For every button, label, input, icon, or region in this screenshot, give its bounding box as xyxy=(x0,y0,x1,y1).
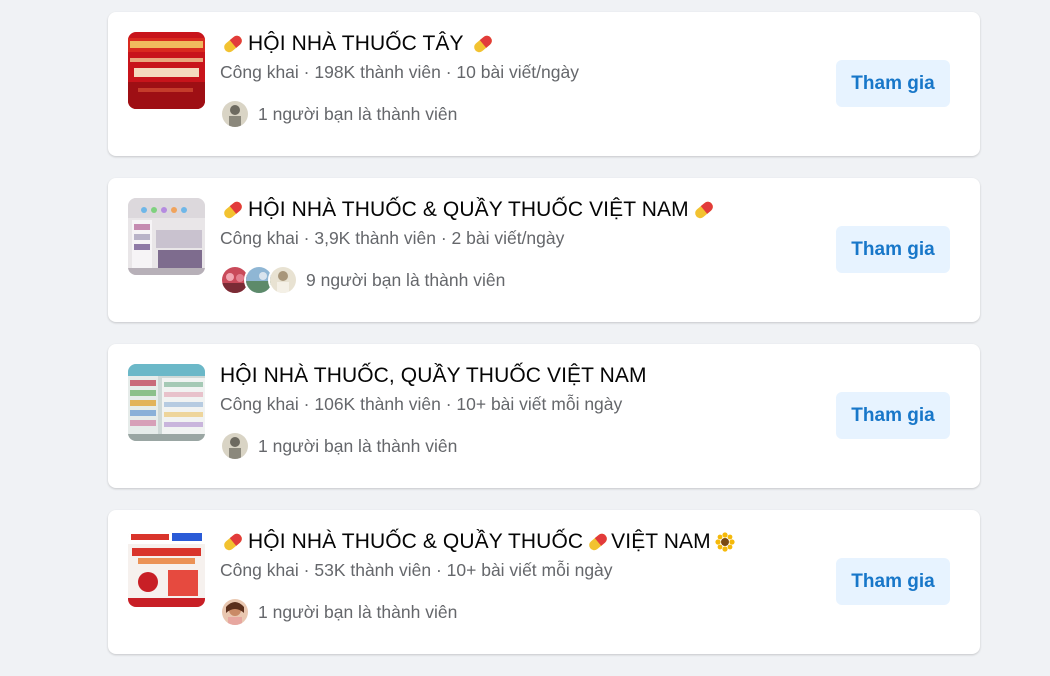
avatar[interactable] xyxy=(220,597,250,627)
group-meta: Công khai · 53K thành viên · 10+ bài viế… xyxy=(220,560,613,580)
friends-count-text: 1 người bạn là thành viên xyxy=(258,435,458,456)
group-title-text: HỘI NHÀ THUỐC, QUẦY THUỐC VIỆT NAM xyxy=(220,364,647,387)
join-group-button[interactable]: Tham gia xyxy=(836,392,950,439)
join-group-button[interactable]: Tham gia xyxy=(836,226,950,273)
group-photo-drugstore-aisle xyxy=(128,364,205,441)
friends-members: 1 người bạn là thành viên xyxy=(220,597,457,627)
pill-icon xyxy=(224,533,242,551)
friend-avatars xyxy=(220,431,250,461)
group-title[interactable]: HỘI NHÀ THUỐC & QUẦY THUỐC VIỆT NAM xyxy=(220,530,735,554)
group-thumbnail[interactable] xyxy=(128,530,205,607)
group-meta: Công khai · 3,9K thành viên · 2 bài viết… xyxy=(220,228,565,248)
join-group-button[interactable]: Tham gia xyxy=(836,558,950,605)
group-title-text: HỘI NHÀ THUỐC & QUẦY THUỐC VIỆT NAM xyxy=(248,198,689,221)
friends-count-text: 9 người bạn là thành viên xyxy=(306,269,506,290)
friend-avatars xyxy=(220,265,298,295)
group-photo-red-banner xyxy=(128,32,205,109)
group-card: HỘI NHÀ THUỐC TÂY Công khai · 198K thành… xyxy=(108,12,980,156)
avatar[interactable] xyxy=(268,265,298,295)
friend-avatars xyxy=(220,597,250,627)
pill-icon xyxy=(473,35,492,53)
friends-count-text: 1 người bạn là thành viên xyxy=(258,601,458,622)
group-search-results: HỘI NHÀ THUỐC TÂY Công khai · 198K thành… xyxy=(108,12,980,676)
group-thumbnail[interactable] xyxy=(128,198,205,275)
group-card: HỘI NHÀ THUỐC & QUẦY THUỐC VIỆT NAM Công… xyxy=(108,178,980,322)
pill-icon xyxy=(589,533,607,551)
group-thumbnail[interactable] xyxy=(128,364,205,441)
group-photo-product-ad xyxy=(128,530,205,607)
group-title[interactable]: HỘI NHÀ THUỐC & QUẦY THUỐC VIỆT NAM xyxy=(220,198,719,222)
group-thumbnail[interactable] xyxy=(128,32,205,109)
friends-members: 1 người bạn là thành viên xyxy=(220,99,457,129)
group-meta: Công khai · 198K thành viên · 10 bài viế… xyxy=(220,62,579,82)
pill-icon xyxy=(224,35,242,53)
group-title-tail: VIỆT NAM xyxy=(611,530,711,553)
friend-avatars xyxy=(220,99,250,129)
group-title[interactable]: HỘI NHÀ THUỐC TÂY xyxy=(220,32,498,56)
friends-members: 9 người bạn là thành viên xyxy=(220,265,505,295)
group-photo-pharmacy-shelves xyxy=(128,198,205,275)
avatar[interactable] xyxy=(220,99,250,129)
friends-members: 1 người bạn là thành viên xyxy=(220,431,457,461)
avatar[interactable] xyxy=(220,431,250,461)
pill-icon xyxy=(694,201,713,219)
group-meta: Công khai · 106K thành viên · 10+ bài vi… xyxy=(220,394,623,414)
pill-icon xyxy=(224,201,242,219)
join-group-button[interactable]: Tham gia xyxy=(836,60,950,107)
group-title-text: HỘI NHÀ THUỐC TÂY xyxy=(248,32,464,55)
sunflower-icon xyxy=(715,532,735,552)
group-card: HỘI NHÀ THUỐC & QUẦY THUỐC VIỆT NAM Công… xyxy=(108,510,980,654)
friends-count-text: 1 người bạn là thành viên xyxy=(258,103,458,124)
group-title[interactable]: HỘI NHÀ THUỐC, QUẦY THUỐC VIỆT NAM xyxy=(220,364,647,388)
group-card: HỘI NHÀ THUỐC, QUẦY THUỐC VIỆT NAM Công … xyxy=(108,344,980,488)
group-title-text: HỘI NHÀ THUỐC & QUẦY THUỐC xyxy=(248,530,584,553)
